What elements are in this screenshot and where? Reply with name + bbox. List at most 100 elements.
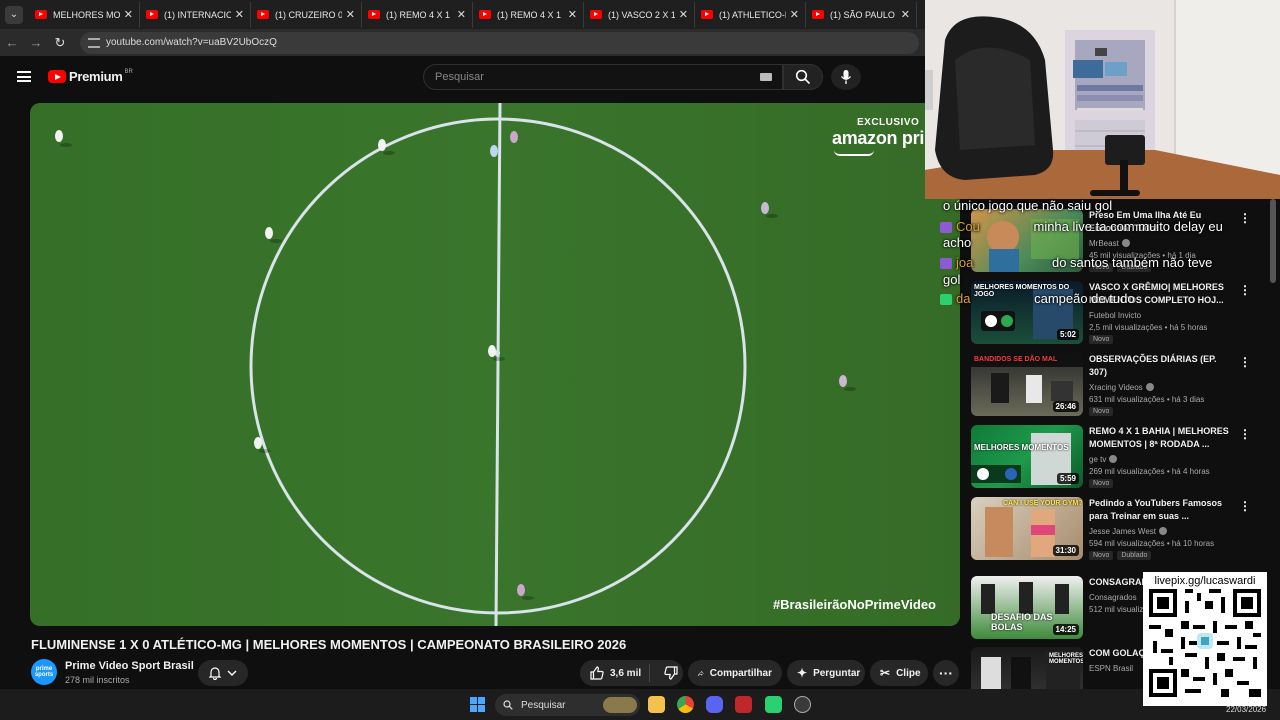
chat-message: da campeão de tudo (940, 290, 1135, 308)
browser-tab[interactable]: (1) CRUZEIRO 0 X ✕ (251, 1, 362, 28)
chevron-down-icon (227, 670, 237, 676)
close-tab-icon[interactable]: ✕ (457, 8, 466, 21)
more-actions-button[interactable]: ··· (933, 660, 959, 686)
like-dislike-group: 3,6 mil (580, 660, 683, 686)
discord-icon[interactable] (706, 696, 723, 713)
browser-tab-strip: ⌄ MELHORES MOM ✕ (1) INTERNACION ✕ (1) CRU… (0, 0, 925, 29)
video-thumbnail[interactable]: DESAFIO DAS BOLAS 14:25 (971, 576, 1083, 639)
notification-bell-button[interactable] (198, 660, 248, 686)
qr-label: livepix.gg/lucaswardi (1154, 575, 1256, 587)
file-explorer-icon[interactable] (648, 696, 665, 713)
like-count: 3,6 mil (610, 667, 642, 679)
video-channel[interactable]: Futebol Invicto (1089, 311, 1235, 320)
recommended-video[interactable]: MELHORES MOMENTOS 5:59 REMO 4 X 1 BAHIA … (971, 425, 1271, 489)
close-tab-icon[interactable]: ✕ (568, 8, 577, 21)
browser-tab[interactable]: MELHORES MOM ✕ (29, 1, 140, 28)
channel-avatar[interactable]: prime sports (31, 659, 57, 685)
obs-studio-icon[interactable] (794, 696, 811, 713)
video-title[interactable]: Pedindo a YouTubers Famosos para Treinar… (1089, 497, 1235, 523)
youtube-favicon-icon (590, 10, 602, 19)
browser-tab[interactable]: (1) INTERNACION ✕ (140, 1, 251, 28)
video-player[interactable]: EXCLUSIVO amazon prim #BrasileirãoNoPrim… (30, 103, 960, 626)
video-thumbnail[interactable]: MELHORES MOMENTOS 5:59 (971, 425, 1083, 488)
obs-like-app-icon[interactable] (765, 696, 782, 713)
tab-title: (1) REMO 4 X 1 BA (386, 9, 453, 20)
badge-new: Novo (1089, 479, 1114, 488)
channel-name[interactable]: Prime Video Sport Brasil (65, 660, 194, 672)
chat-username: da (956, 291, 971, 306)
windows-start-icon[interactable] (470, 697, 485, 712)
streamer-webcam (925, 0, 1280, 199)
football-pitch-frame (30, 103, 960, 626)
dislike-button[interactable] (656, 666, 678, 680)
youtube-logo[interactable]: Premium BR (48, 69, 133, 84)
video-thumbnail[interactable]: MELHORES MOMENTOS (971, 647, 1083, 689)
video-title[interactable]: OBSERVAÇÕES DIÁRIAS (EP. 307) (1089, 353, 1235, 379)
video-title[interactable]: REMO 4 X 1 BAHIA | MELHORES MOMENTOS | 8… (1089, 425, 1235, 451)
clip-button[interactable]: ✂ Clipe (870, 660, 928, 686)
video-meta: 594 mil visualizações • há 10 horas (1089, 539, 1215, 548)
search-input[interactable]: Pesquisar (423, 64, 783, 90)
more-options-icon[interactable]: ⋮ (1239, 499, 1251, 513)
video-thumbnail[interactable]: CAN I USE YOUR GYM? 31:30 (971, 497, 1083, 560)
taskbar-date: 22/03/2026 (1226, 705, 1267, 714)
youtube-favicon-icon (812, 10, 824, 19)
sidebar-scrollbar[interactable] (1270, 199, 1276, 283)
video-thumbnail[interactable]: BANDIDOS SE DÃO MAL 26:46 (971, 353, 1083, 416)
news-app-icon[interactable] (735, 696, 752, 713)
tab-title: MELHORES MOM (53, 9, 120, 20)
site-info-icon[interactable] (88, 37, 100, 48)
close-tab-icon[interactable]: ✕ (346, 8, 355, 21)
back-icon[interactable]: ← (0, 35, 24, 50)
share-button[interactable]: Compartilhar (688, 660, 782, 686)
chat-message: Cou minha live ta com muito delay eu (940, 218, 1223, 236)
reload-icon[interactable]: ↻ (48, 35, 72, 51)
browser-tab[interactable]: (1) VASCO 2 X 1 G ✕ (584, 1, 695, 28)
browser-tab[interactable]: (1) SÃO PAULO 0 ✕ (806, 1, 917, 28)
browser-tab[interactable]: (1) REMO 4 X 1 BA ✕ (362, 1, 473, 28)
url-field[interactable]: youtube.com/watch?v=uaBV2UbOczQ (80, 31, 919, 54)
recommended-video[interactable]: CAN I USE YOUR GYM? 31:30 Pedindo a YouT… (971, 497, 1271, 561)
browser-tab[interactable]: (1) ATHLETICO-PR ✕ (695, 1, 806, 28)
tab-title: (1) INTERNACION (164, 9, 231, 20)
keyboard-icon[interactable] (760, 73, 772, 81)
broadcaster-logo: amazon prim (832, 128, 940, 148)
ask-button[interactable]: ✦ Perguntar (787, 660, 865, 686)
search-button[interactable] (783, 64, 823, 90)
recommended-video[interactable]: BANDIDOS SE DÃO MAL 26:46 OBSERVAÇÕES DI… (971, 353, 1271, 417)
video-channel[interactable]: Xracing Videos (1089, 383, 1235, 392)
voice-search-button[interactable] (831, 64, 861, 90)
more-options-icon[interactable]: ⋮ (1239, 283, 1251, 297)
ask-label: Perguntar (813, 667, 861, 679)
video-info: OBSERVAÇÕES DIÁRIAS (EP. 307) Xracing Vi… (1089, 353, 1235, 416)
more-options-icon[interactable]: ⋮ (1239, 211, 1251, 225)
chrome-icon[interactable] (677, 696, 694, 713)
forward-icon[interactable]: → (24, 35, 48, 50)
menu-icon[interactable] (17, 71, 31, 82)
more-options-icon[interactable]: ⋮ (1239, 355, 1251, 369)
close-tab-icon[interactable]: ✕ (901, 8, 910, 21)
taskbar-search[interactable]: Pesquisar (495, 694, 640, 716)
video-channel[interactable]: MrBeast (1089, 239, 1235, 248)
share-icon (698, 670, 704, 676)
thumbs-up-icon (590, 666, 604, 680)
youtube-favicon-icon (368, 10, 380, 19)
bell-icon (209, 667, 221, 680)
badge-dubbed: Dublado (1117, 551, 1152, 560)
video-meta: 2,5 mil visualizações • há 5 horas (1089, 323, 1208, 332)
video-channel[interactable]: ge tv (1089, 455, 1235, 464)
close-tab-icon[interactable]: ✕ (235, 8, 244, 21)
broadcast-hashtag: #BrasileirãoNoPrimeVideo (772, 597, 936, 612)
close-tab-icon[interactable]: ✕ (679, 8, 688, 21)
tab-search-button[interactable]: ⌄ (5, 5, 23, 24)
browser-tab[interactable]: (1) REMO 4 X 1 BA ✕ (473, 1, 584, 28)
video-channel[interactable]: Jesse James West (1089, 527, 1235, 536)
subscriber-badge-icon (940, 222, 952, 234)
close-tab-icon[interactable]: ✕ (790, 8, 799, 21)
exclusive-label: EXCLUSIVO (857, 117, 920, 128)
close-tab-icon[interactable]: ✕ (124, 8, 133, 21)
logo-country: BR (124, 68, 133, 75)
more-options-icon[interactable]: ⋮ (1239, 427, 1251, 441)
video-info: Pedindo a YouTubers Famosos para Treinar… (1089, 497, 1235, 560)
like-button[interactable]: 3,6 mil (580, 664, 650, 682)
